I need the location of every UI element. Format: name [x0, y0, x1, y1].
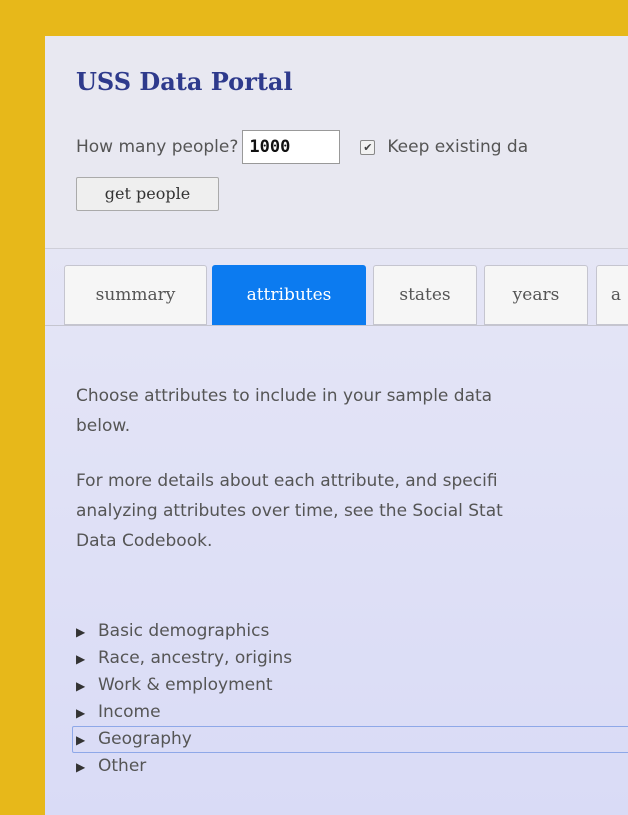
category-geography[interactable]: ▶ Geography [72, 726, 628, 753]
how-many-label: How many people? [76, 137, 239, 157]
tab-attributes[interactable]: attributes [212, 265, 366, 325]
category-label: Other [98, 756, 147, 776]
tab-summary[interactable]: summary [64, 265, 207, 325]
intro-line: below. [76, 416, 131, 436]
category-income[interactable]: ▶ Income [76, 699, 628, 726]
details-line: Data Codebook. [76, 531, 213, 551]
expand-triangle-icon: ▶ [76, 625, 86, 639]
intro-line: Choose attributes to include in your sam… [76, 386, 493, 406]
get-people-button[interactable]: get people [76, 177, 219, 211]
category-other[interactable]: ▶ Other [76, 753, 628, 780]
tab-years[interactable]: years [484, 265, 588, 325]
category-label: Basic demographics [98, 621, 270, 641]
category-label: Income [98, 702, 161, 722]
category-label: Geography [98, 729, 192, 749]
tab-overflow[interactable]: a [596, 265, 628, 325]
expand-triangle-icon: ▶ [76, 760, 86, 774]
intro-text: Choose attributes to include in your sam… [76, 381, 628, 441]
people-count-input[interactable] [242, 130, 341, 164]
data-portal-panel: USS Data Portal How many people? ✔ Keep … [45, 36, 628, 815]
people-count-row: How many people? ✔ Keep existing da [76, 128, 528, 166]
attribute-category-list: ▶ Basic demographics ▶ Race, ancestry, ori… [72, 618, 628, 780]
details-line: analyzing attributes over time, see the … [76, 501, 503, 521]
attributes-content: Choose attributes to include in your sam… [76, 381, 628, 581]
details-line: For more details about each attribute, a… [76, 471, 498, 491]
keep-existing-checkbox[interactable]: ✔ [360, 139, 376, 155]
keep-existing-label: Keep existing da [387, 137, 529, 157]
expand-triangle-icon: ▶ [76, 706, 86, 720]
expand-triangle-icon: ▶ [76, 679, 86, 693]
expand-triangle-icon: ▶ [76, 733, 86, 747]
category-race-ancestry-origins[interactable]: ▶ Race, ancestry, origins [76, 645, 628, 672]
category-label: Work & employment [98, 675, 273, 695]
portal-header: USS Data Portal How many people? ✔ Keep … [45, 36, 628, 249]
category-label: Race, ancestry, origins [98, 648, 293, 668]
details-text: For more details about each attribute, a… [76, 466, 628, 556]
category-basic-demographics[interactable]: ▶ Basic demographics [76, 618, 628, 645]
tab-states[interactable]: states [373, 265, 477, 325]
tab-bar: summary attributes states years a [45, 265, 628, 326]
page-title: USS Data Portal [76, 67, 293, 96]
category-work-employment[interactable]: ▶ Work & employment [76, 672, 628, 699]
expand-triangle-icon: ▶ [76, 652, 86, 666]
